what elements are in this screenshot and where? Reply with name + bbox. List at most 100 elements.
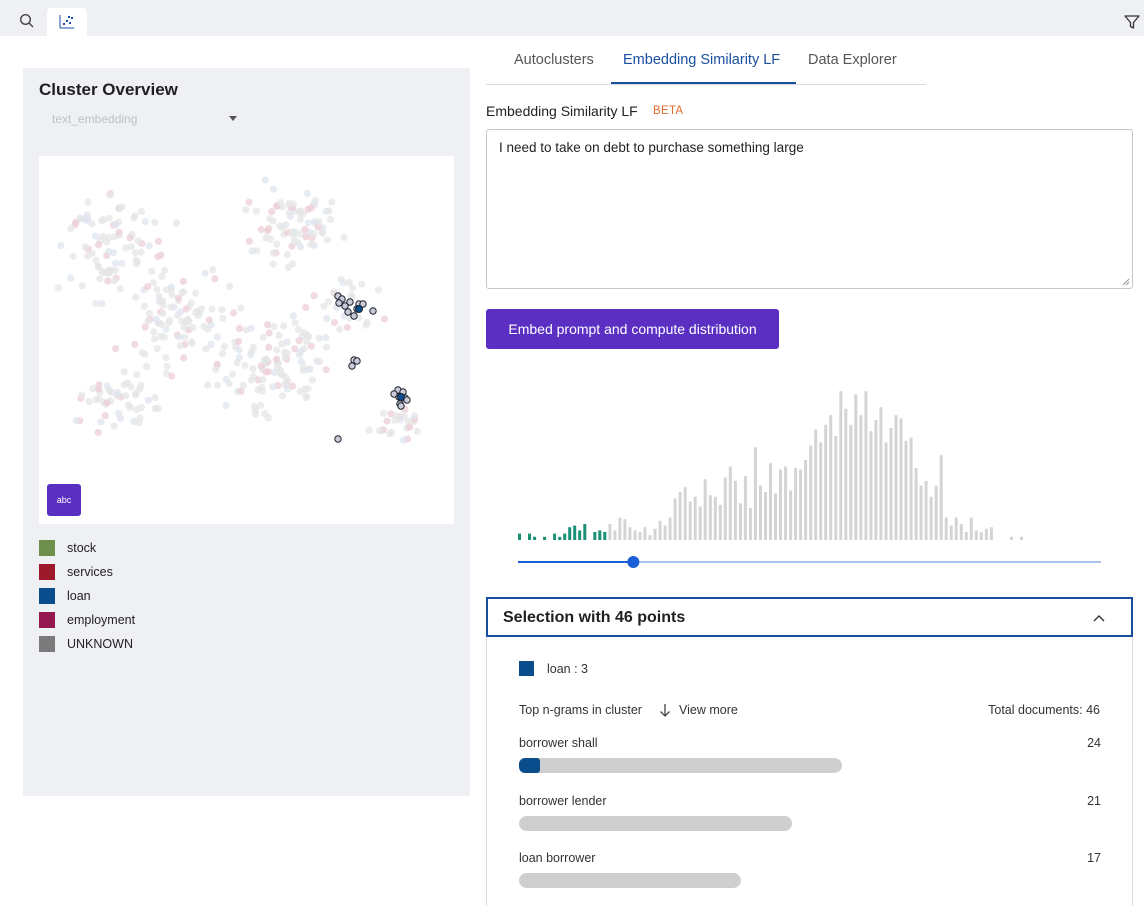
scatter-point	[84, 252, 92, 260]
scatter-point	[277, 370, 285, 378]
filter-icon[interactable]	[1124, 14, 1140, 30]
scatter-point	[265, 343, 273, 351]
histogram-bar	[568, 527, 572, 540]
scatter-point	[252, 410, 260, 418]
scatter-point	[235, 337, 243, 346]
scatter-point	[131, 340, 139, 348]
threshold-slider-handle[interactable]	[627, 556, 640, 568]
histogram-bar	[728, 466, 732, 540]
scatter-point	[363, 318, 371, 326]
scatter-point	[115, 228, 123, 236]
scatter-point	[78, 282, 86, 290]
scatter-point	[158, 320, 166, 329]
selected-loan-point[interactable]	[355, 305, 363, 313]
scatter-point	[148, 267, 156, 275]
scatter-point	[137, 381, 145, 389]
scatter-point	[94, 428, 102, 437]
histogram-bar	[533, 536, 537, 540]
scatter-point	[143, 362, 151, 370]
scatter-point	[118, 259, 126, 268]
scatter-point	[249, 343, 257, 351]
scatter-point	[301, 225, 309, 233]
scatter-point	[134, 237, 142, 245]
cluster-scatter-plot[interactable]: abc	[39, 156, 454, 524]
scatter-point	[168, 372, 176, 380]
scatter-point	[153, 285, 161, 293]
scatter-point	[213, 381, 221, 389]
legend-label: stock	[67, 541, 97, 555]
histogram-bar	[824, 424, 828, 540]
histogram-bar	[638, 532, 642, 540]
scatter-point	[94, 241, 103, 249]
scatter-point	[365, 426, 373, 434]
scatter-point	[54, 284, 63, 292]
scatter-point	[176, 342, 184, 350]
scatter-point	[159, 309, 167, 318]
active-tab-indicator	[611, 82, 796, 84]
histogram-bar	[703, 479, 707, 540]
histogram-bar	[563, 533, 567, 540]
selected-point[interactable]	[369, 307, 377, 315]
selected-point[interactable]	[348, 362, 356, 370]
scatter-point	[245, 237, 253, 245]
selected-point[interactable]	[335, 299, 343, 307]
scatter-point	[290, 238, 298, 246]
scatter-point	[144, 396, 152, 404]
scatter-point	[250, 402, 259, 410]
tab-data-explorer[interactable]: Data Explorer	[808, 52, 897, 68]
histogram-bar	[944, 517, 948, 540]
selected-point[interactable]	[350, 312, 358, 320]
histogram-bar	[653, 528, 657, 540]
chevron-up-icon[interactable]	[1093, 614, 1105, 622]
selected-loan-point[interactable]	[397, 393, 405, 401]
prompt-textarea[interactable]: I need to take on debt to purchase somet…	[486, 129, 1133, 289]
scatter-point	[399, 436, 407, 444]
scatter-point	[145, 242, 153, 250]
scatter-point	[133, 405, 141, 413]
scatter-point	[273, 346, 281, 354]
resize-handle-icon[interactable]	[1122, 278, 1130, 286]
scatter-point	[264, 321, 272, 329]
scatter-view-tab[interactable]	[47, 8, 87, 36]
scatter-point	[379, 409, 387, 417]
embedding-select[interactable]: text_embedding	[39, 111, 237, 129]
scatter-point	[230, 309, 238, 317]
scatter-point	[285, 209, 293, 217]
tab-autoclusters[interactable]: Autoclusters	[514, 52, 594, 68]
scatter-point	[205, 316, 213, 324]
scatter-point	[137, 207, 146, 215]
histogram-bar	[904, 440, 908, 540]
selected-point[interactable]	[353, 357, 361, 365]
scatter-point	[154, 237, 163, 245]
histogram-bar	[954, 517, 958, 540]
search-icon[interactable]	[19, 13, 35, 29]
scatter-point	[222, 401, 230, 409]
selected-point[interactable]	[334, 435, 342, 443]
selected-point[interactable]	[397, 402, 405, 410]
scatter-point	[168, 291, 176, 299]
histogram-bar	[528, 533, 531, 540]
scatter-point	[307, 204, 315, 212]
scatter-point	[269, 383, 277, 391]
histogram-bar	[979, 532, 983, 540]
histogram-bar	[648, 535, 652, 540]
scatter-point	[304, 219, 312, 227]
histogram-bar	[924, 480, 928, 540]
scatter-point	[315, 334, 323, 342]
selected-point[interactable]	[346, 298, 354, 306]
scatter-point	[330, 318, 338, 327]
histogram-bar	[759, 485, 762, 540]
scatter-point	[94, 263, 102, 271]
embed-prompt-button[interactable]: Embed prompt and compute distribution	[486, 309, 779, 349]
similarity-histogram[interactable]	[486, 375, 1133, 575]
selection-header[interactable]: Selection with 46 points	[486, 597, 1133, 637]
scatter-canvas[interactable]	[39, 156, 454, 524]
selected-point[interactable]	[344, 308, 352, 316]
tab-embedding-similarity-lf[interactable]: Embedding Similarity LF	[623, 52, 780, 68]
scatter-icon	[59, 15, 74, 29]
text-labels-toggle-button[interactable]: abc	[47, 484, 81, 516]
scatter-point	[299, 367, 307, 375]
ngram-count: 24	[1087, 736, 1101, 750]
selected-point[interactable]	[390, 390, 398, 398]
ngram-row: loan borrower 17	[519, 851, 1101, 891]
